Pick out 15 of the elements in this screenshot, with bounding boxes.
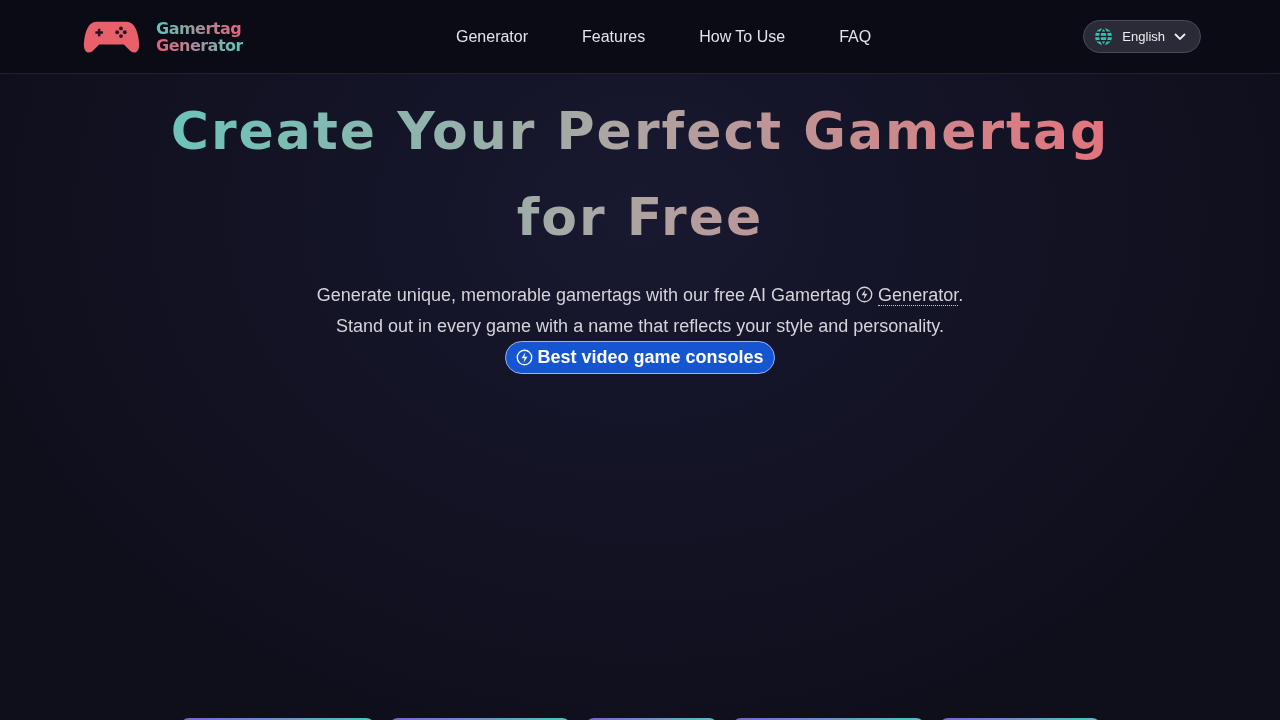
globe-icon: [1094, 27, 1114, 46]
nav-link[interactable]: Generator: [456, 27, 529, 46]
language-selector[interactable]: English: [1083, 20, 1201, 53]
consoles-button[interactable]: Best video game consoles: [505, 341, 775, 374]
intro-text: Generate unique, memorable gamertags with our free AI Gamertag Generator.: [316, 284, 964, 306]
chevron-down-icon: [1174, 32, 1186, 41]
logo-text: Gamertag: [156, 19, 242, 37]
logo-text: Generator: [156, 36, 243, 54]
lightning-icon: [856, 286, 874, 303]
nav-link[interactable]: How To Use: [699, 27, 786, 46]
nav-link[interactable]: FAQ: [839, 27, 872, 46]
lightning-icon: [516, 349, 534, 366]
generator-link[interactable]: Generator: [878, 285, 959, 306]
intro-text: Stand out in every game with a name that reflects your style and personality.: [336, 315, 944, 337]
nav-link[interactable]: Features: [582, 27, 646, 46]
